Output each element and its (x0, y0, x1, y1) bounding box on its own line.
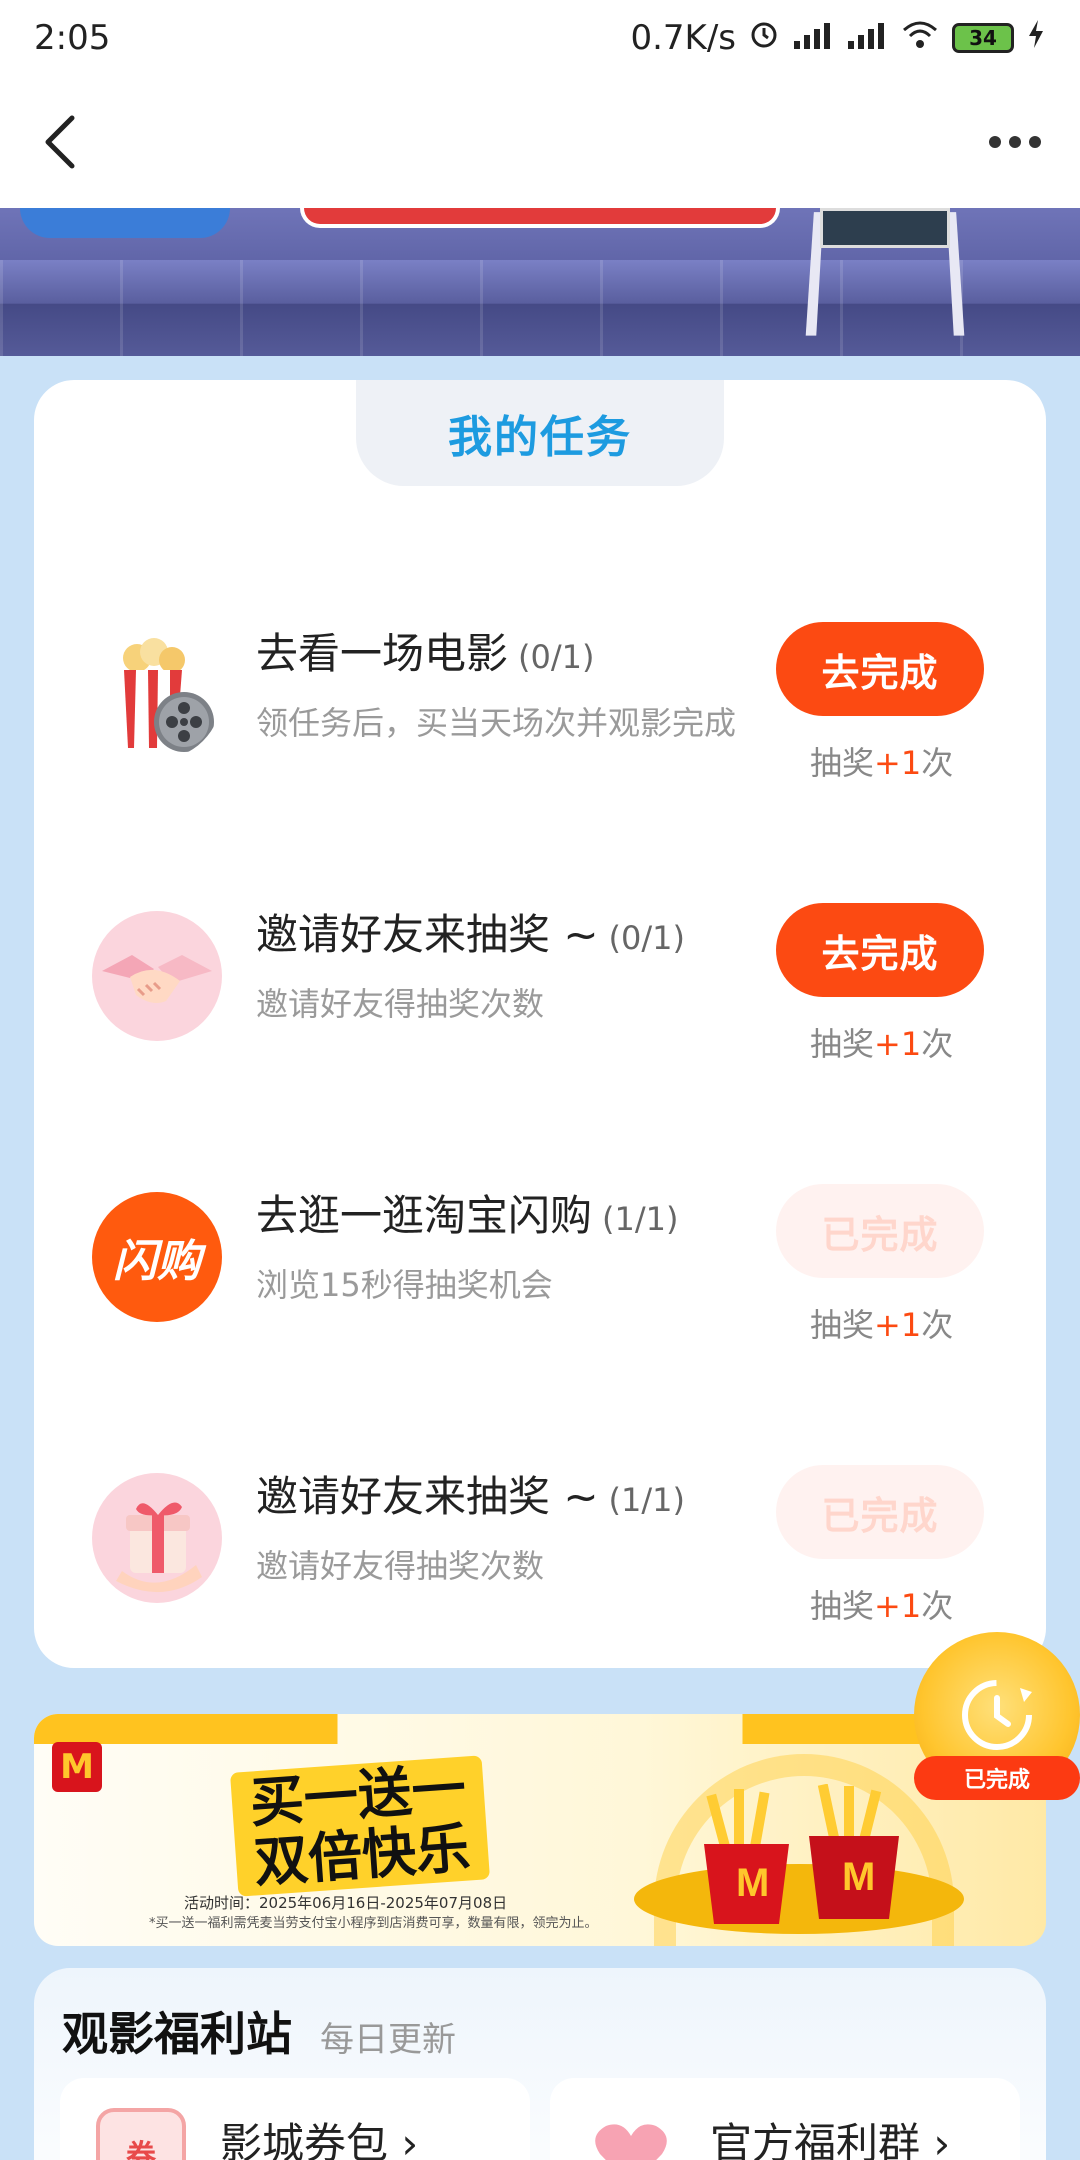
promo-activity-time: 活动时间：2025年06月16日-2025年07月08日 (184, 1894, 508, 1912)
completed-button: 已完成 (776, 1465, 984, 1559)
banner-sign (820, 208, 950, 248)
promo-stripe (34, 1714, 1046, 1744)
promo-fine-print: *买一送一福利需凭麦当劳支付宝小程序到店消费可享，数量有限，领完为止。 (149, 1916, 598, 1931)
network-speed: 0.7K/s (630, 18, 736, 58)
task-item: 闪购 去逛一逛淘宝闪购 (1/1) 浏览15秒得抽奖机会 已完成 抽奖+1次 (34, 1142, 1046, 1344)
coupon-icon: 券 (96, 2108, 186, 2160)
floating-reward-badge[interactable]: 已完成 (914, 1632, 1080, 1808)
task-item: 邀请好友来抽奖 ~ (0/1) 邀请好友得抽奖次数 去完成 抽奖+1次 (34, 861, 1046, 1063)
back-icon[interactable] (30, 112, 90, 172)
battery-icon: 34 (952, 23, 1014, 53)
task-progress: (1/1) (608, 1481, 686, 1519)
task-progress: (0/1) (518, 638, 595, 676)
task-reward: 抽奖+1次 (810, 1587, 954, 1625)
promo-headline: 买一送一 双倍快乐 (229, 1755, 491, 1897)
completed-button: 已完成 (776, 1184, 984, 1278)
go-complete-button[interactable]: 去完成 (776, 622, 984, 716)
task-item: 去看一场电影 (0/1) 领任务后，买当天场次并观影完成 去完成 抽奖+1次 (34, 580, 1046, 782)
more-icon[interactable] (980, 122, 1050, 162)
welfare-station: 观影福利站 每日更新 券 影城券包 › 官方福利群 › (34, 1968, 1046, 2160)
signal-icon (792, 19, 834, 58)
banner-decoration (300, 208, 780, 228)
mcdonalds-promo-banner[interactable]: M 买一送一 双倍快乐 活动时间：2025年06月16日-2025年07月08日… (34, 1714, 1046, 1946)
tasks-title: 我的任务 (356, 380, 724, 486)
mcdonalds-logo-icon: M (52, 1742, 102, 1792)
task-item: 邀请好友来抽奖 ~ (1/1) 邀请好友得抽奖次数 已完成 抽奖+1次 (34, 1423, 1046, 1625)
task-desc: 领任务后，买当天场次并观影完成 (256, 704, 737, 742)
badge-label: 已完成 (914, 1756, 1080, 1800)
signal-icon-2 (846, 19, 888, 58)
alarm-icon (748, 18, 780, 59)
task-reward: 抽奖+1次 (810, 744, 954, 782)
shangou-logo-icon: 闪购 (92, 1192, 222, 1322)
gift-box-icon (92, 1473, 222, 1603)
nav-bar (0, 76, 1080, 208)
go-complete-button[interactable]: 去完成 (776, 903, 984, 997)
status-time: 2:05 (34, 18, 111, 58)
task-name: 去逛一逛淘宝闪购 (1/1) (256, 1191, 679, 1240)
task-progress: (0/1) (608, 919, 686, 957)
my-tasks-card: 我的任务 去看一场电影 (0/1) 领任务后，买当天场次并观影完成 去完成 抽奖+… (34, 380, 1046, 1668)
svg-text:M: M (842, 1855, 875, 1899)
chevron-right-icon: › (401, 2119, 419, 2160)
popcorn-film-icon (92, 630, 222, 760)
status-bar: 2:05 0.7K/s 34 (0, 0, 1080, 76)
task-reward: 抽奖+1次 (810, 1306, 954, 1344)
shangou-logo-text: 闪购 (113, 1236, 201, 1287)
status-icons: 0.7K/s 34 (630, 18, 1046, 59)
task-reward: 抽奖+1次 (810, 1025, 954, 1063)
task-progress: (1/1) (602, 1200, 679, 1238)
svg-text:M: M (736, 1861, 769, 1905)
welfare-title: 观影福利站 (62, 2007, 292, 2061)
task-name: 邀请好友来抽奖 ~ (0/1) (256, 910, 686, 959)
handshake-icon (92, 911, 222, 1041)
official-group-entry[interactable]: 官方福利群 › (550, 2078, 1020, 2160)
welfare-subtitle: 每日更新 (320, 2020, 456, 2060)
task-desc: 邀请好友得抽奖次数 (256, 985, 545, 1023)
entry-label: 影城券包 › (220, 2110, 418, 2160)
task-name: 邀请好友来抽奖 ~ (1/1) (256, 1472, 686, 1521)
heart-icon (586, 2108, 676, 2160)
task-desc: 浏览15秒得抽奖机会 (256, 1266, 553, 1304)
chevron-right-icon: › (933, 2119, 951, 2160)
header-banner (0, 208, 1080, 356)
banner-decoration (20, 208, 230, 238)
task-desc: 邀请好友得抽奖次数 (256, 1547, 545, 1585)
entry-label: 官方福利群 › (710, 2110, 950, 2160)
task-name: 去看一场电影 (0/1) (256, 629, 595, 678)
charging-icon (1026, 18, 1046, 59)
wifi-icon (900, 18, 940, 59)
cinema-coupon-entry[interactable]: 券 影城券包 › (60, 2078, 530, 2160)
